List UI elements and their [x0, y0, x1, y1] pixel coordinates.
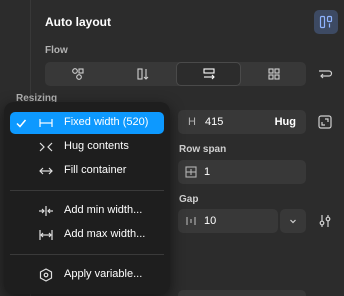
wrap-icon[interactable] [316, 65, 334, 83]
resize-to-fit-icon[interactable] [316, 113, 334, 131]
gap-field[interactable]: 10 [178, 209, 278, 233]
partial-field[interactable] [178, 290, 306, 296]
min-width-icon [39, 206, 53, 216]
menu-item-label: Hug contents [64, 140, 129, 152]
menu-divider [10, 190, 164, 191]
menu-item-add-max-width[interactable]: Add max width... [10, 224, 164, 246]
gap-dropdown-button[interactable] [280, 209, 306, 233]
row-span-label: Row span [179, 144, 227, 155]
menu-item-label: Add min width... [64, 204, 143, 216]
variable-icon [39, 268, 53, 282]
grid-icon [267, 68, 280, 80]
hug-contents-icon [39, 142, 53, 152]
advanced-settings-icon[interactable] [316, 212, 334, 230]
height-field[interactable]: H 415 Hug [178, 110, 306, 134]
menu-item-apply-variable[interactable]: Apply variable... [10, 264, 164, 286]
section-title: Auto layout [45, 15, 111, 29]
flow-segmented-control [45, 62, 306, 86]
menu-item-label: Fixed width (520) [64, 116, 149, 128]
menu-item-label: Fill container [64, 164, 127, 176]
width-resizing-menu: Fixed width (520) Hug contents Fill cont… [4, 102, 170, 294]
gap-value: 10 [204, 215, 217, 227]
auto-layout-toggle-button[interactable] [314, 10, 338, 34]
max-width-icon [39, 230, 53, 240]
menu-item-add-min-width[interactable]: Add min width... [10, 200, 164, 222]
flow-vertical-option[interactable] [110, 62, 175, 86]
gap-icon [186, 217, 196, 225]
menu-item-fill-container[interactable]: Fill container [10, 160, 164, 182]
height-prefix: H [188, 116, 196, 128]
checkmark-icon [16, 119, 27, 128]
flow-horizontal-option[interactable] [176, 62, 241, 86]
row-span-value: 1 [204, 166, 211, 178]
gap-label: Gap [179, 194, 199, 205]
fill-container-icon [39, 167, 53, 175]
fixed-width-icon [39, 119, 53, 127]
row-span-icon [185, 166, 197, 178]
flow-grid-option[interactable] [241, 62, 306, 86]
chevron-down-icon [290, 219, 296, 224]
menu-item-fixed-width[interactable]: Fixed width (520) [10, 112, 164, 134]
menu-item-hug-contents[interactable]: Hug contents [10, 136, 164, 158]
horizontal-flow-icon [202, 68, 215, 80]
height-value: 415 [204, 116, 224, 128]
height-mode[interactable]: Hug [275, 116, 296, 128]
freeform-icon [71, 68, 84, 80]
menu-item-label: Apply variable... [64, 268, 143, 280]
flow-label: Flow [45, 45, 68, 56]
vertical-flow-icon [136, 68, 148, 80]
menu-item-label: Add max width... [64, 228, 146, 240]
flow-freeform-option[interactable] [45, 62, 110, 86]
row-span-field[interactable]: 1 [178, 160, 306, 184]
auto-layout-icon [319, 15, 333, 29]
menu-divider [10, 254, 164, 255]
